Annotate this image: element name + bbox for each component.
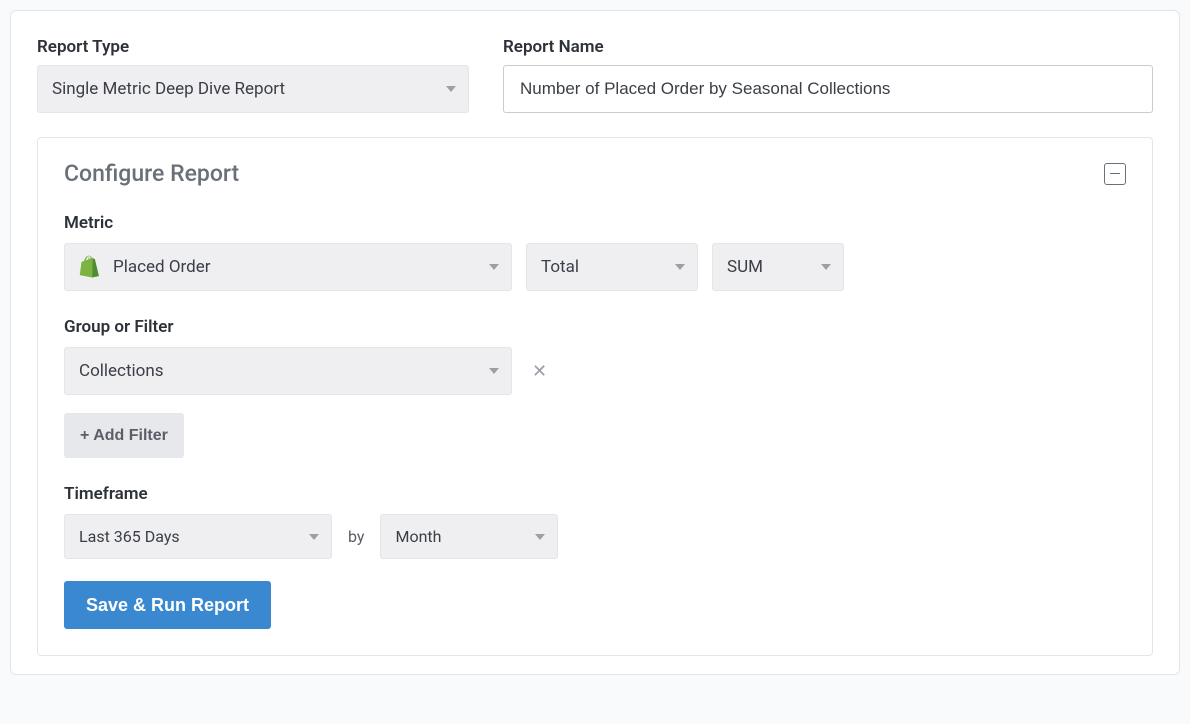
group-filter-select[interactable]: Collections [64,347,512,395]
metric-scope-select[interactable]: Total [526,243,698,291]
metric-row: Placed Order Total SUM [64,243,1126,291]
metric-select[interactable]: Placed Order [64,243,512,291]
chevron-down-icon [675,264,685,270]
chevron-down-icon [821,264,831,270]
report-type-value: Single Metric Deep Dive Report [52,79,285,99]
report-name-input[interactable] [503,65,1153,113]
report-type-field: Report Type Single Metric Deep Dive Repo… [37,37,469,113]
report-name-label: Report Name [503,37,1153,57]
metric-aggregation-select[interactable]: SUM [712,243,844,291]
timeframe-range-select[interactable]: Last 365 Days [64,514,332,559]
timeframe-interval-select[interactable]: Month [380,514,558,559]
chevron-down-icon [535,534,545,540]
configure-report-panel: Configure Report Metric Placed Order [37,137,1153,656]
report-name-field: Report Name [503,37,1153,113]
panel-title: Configure Report [64,160,239,187]
collapse-icon[interactable] [1104,163,1126,185]
group-filter-section: Group or Filter Collections ✕ + Add Filt… [64,317,1126,458]
chevron-down-icon [489,264,499,270]
timeframe-interval-value: Month [395,527,441,546]
timeframe-label: Timeframe [64,484,1126,504]
group-filter-label: Group or Filter [64,317,1126,337]
add-filter-button[interactable]: + Add Filter [64,413,184,458]
timeframe-row: Last 365 Days by Month [64,514,1126,559]
save-run-report-button[interactable]: Save & Run Report [64,581,271,629]
group-filter-value: Collections [79,361,164,381]
chevron-down-icon [446,86,456,92]
group-filter-row: Collections ✕ [64,347,1126,395]
panel-header: Configure Report [64,160,1126,187]
metric-aggregation-value: SUM [727,257,763,277]
timeframe-section: Timeframe Last 365 Days by Month [64,484,1126,559]
report-builder-card: Report Type Single Metric Deep Dive Repo… [10,10,1180,675]
metric-name: Placed Order [113,257,210,277]
metric-scope-value: Total [541,257,579,277]
timeframe-by-label: by [346,527,366,546]
report-type-select[interactable]: Single Metric Deep Dive Report [37,65,469,113]
chevron-down-icon [489,368,499,374]
metric-label: Metric [64,213,1126,233]
shopify-icon [75,253,103,281]
timeframe-range-value: Last 365 Days [79,527,180,546]
header-row: Report Type Single Metric Deep Dive Repo… [37,37,1153,113]
chevron-down-icon [309,534,319,540]
metric-section: Metric Placed Order Total [64,213,1126,291]
report-type-label: Report Type [37,37,469,57]
remove-filter-icon[interactable]: ✕ [526,361,553,382]
